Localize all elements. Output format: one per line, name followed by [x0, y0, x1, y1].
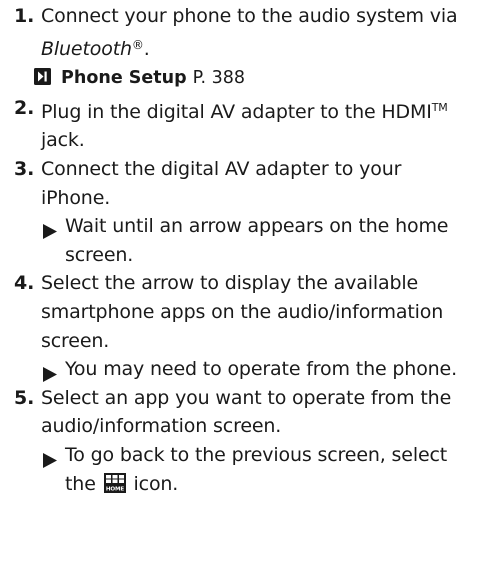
- step-3-number: 3.: [14, 157, 35, 180]
- step-5-result-text-end: icon.: [127, 472, 179, 495]
- step-5-result: To go back to the previous screen, selec…: [41, 441, 470, 501]
- step-2-text-end: jack.: [41, 129, 85, 152]
- step-3-result-text: Wait until an arrow appears on the home …: [65, 215, 449, 266]
- step-2: 2. Plug in the digital AV adapter to the…: [14, 94, 470, 155]
- step-1-number: 1.: [14, 5, 35, 27]
- cross-reference[interactable]: Phone Setup P. 388: [14, 63, 470, 94]
- step-1: 1. Connect your phone to the audio syste…: [14, 2, 470, 63]
- home-icon-label: HOME: [106, 486, 125, 492]
- triangle-icon: [43, 219, 57, 248]
- home-icon: HOME: [103, 472, 126, 502]
- step-4-text: Select the arrow to display the availabl…: [41, 272, 444, 352]
- step-4: 4. Select the arrow to display the avail…: [14, 269, 470, 383]
- step-1-text-end: .: [143, 37, 150, 60]
- triangle-icon: [43, 448, 57, 477]
- step-4-number: 4.: [14, 272, 35, 295]
- step-4-result: You may need to operate from the phone.: [41, 355, 470, 384]
- step-1-text: Connect your phone to the audio system v…: [41, 2, 470, 63]
- ref-page: P. 388: [192, 68, 246, 89]
- trademark-mark: TM: [431, 100, 448, 114]
- step-1-text-main: Connect your phone to the audio system v…: [41, 5, 458, 27]
- ref-arrow-icon: [34, 65, 51, 94]
- step-5-text: Select an app you want to operate from t…: [41, 386, 452, 438]
- instruction-page: 1. Connect your phone to the audio syste…: [0, 0, 478, 561]
- step-2-number: 2.: [14, 96, 35, 119]
- registered-mark: ®: [131, 37, 144, 52]
- step-4-result-text: You may need to operate from the phone.: [65, 358, 457, 381]
- step-3-text: Connect the digital AV adapter to your i…: [41, 157, 402, 209]
- ref-title[interactable]: Phone Setup: [61, 68, 187, 88]
- step-2-text-main: Plug in the digital AV adapter to the HD…: [41, 100, 432, 123]
- step-3-result: Wait until an arrow appears on the home …: [41, 212, 470, 269]
- step-3: 3. Connect the digital AV adapter to you…: [14, 155, 470, 269]
- step-2-text: Plug in the digital AV adapter to the HD…: [41, 94, 470, 155]
- step-5-number: 5.: [14, 386, 35, 409]
- bluetooth-word: Bluetooth: [41, 37, 132, 60]
- step-5: 5. Select an app you want to operate fro…: [14, 384, 470, 501]
